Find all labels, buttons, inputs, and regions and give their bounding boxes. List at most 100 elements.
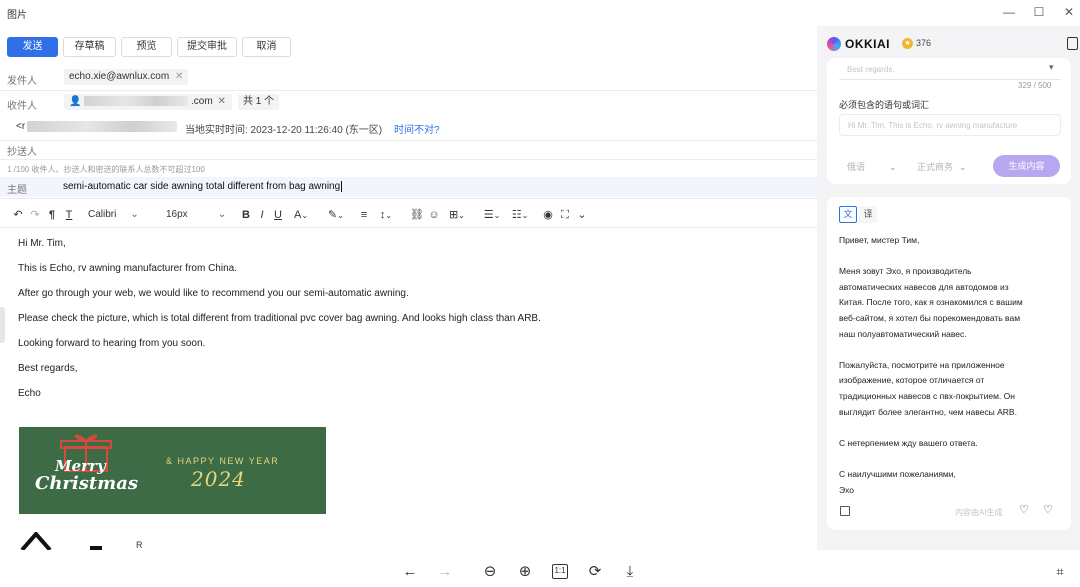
tab-translate[interactable]: 译 [859,206,877,223]
underline-icon[interactable]: U [271,207,285,223]
numbered-list-icon[interactable]: ☷⌄ [508,207,532,223]
result-line: Пожалуйста, посмотрите на приложенное [839,359,1005,370]
dropdown-arrow-icon: ▾ [1049,62,1054,72]
previous-arrow-icon[interactable]: ← [400,562,420,582]
chevron-down-icon: ⌄ [889,162,897,172]
okki-brand: OKKIAI [845,37,890,51]
must-include-input[interactable]: Hi Mr. Tim, This is Echo, rv awning manu… [839,114,1061,136]
font-value: Calibri [88,209,117,220]
cc-label: 抄送人 [7,147,37,158]
font-size-select[interactable]: 16px ⌄ [166,207,226,223]
undo-icon[interactable]: ↶ [11,207,25,223]
font-select[interactable]: Calibri ⌄ [88,207,139,223]
time-wrong-link[interactable]: 时间不对? [394,121,440,136]
thumbs-down-icon[interactable]: ♡ [1019,503,1029,516]
zoom-out-icon[interactable]: ⊖ [480,562,500,582]
emoji-icon[interactable]: ☺ [427,207,441,223]
divider [0,227,817,228]
remove-icon[interactable]: ✕ [175,71,183,82]
chevron-down-icon: ⌄ [130,209,139,220]
generated-text[interactable]: Привет, мистер Тим, Меня зовут Эхо, я пр… [839,233,1067,498]
result-line: традиционных навесов с пвх-покрытием. Он [839,390,1015,401]
divider [0,90,817,91]
thumbs-up-icon[interactable]: ♡ [1043,503,1053,516]
result-line: изображение, которое отличается от [839,375,985,386]
result-line: веб-сайтом, я хотел бы порекомендовать в… [839,312,1021,323]
year-text: 2024 [191,467,246,491]
actual-size-icon[interactable]: 1:1 [552,564,568,579]
remove-icon[interactable]: ✕ [217,96,225,107]
align-icon[interactable]: ≡ [357,207,371,223]
result-line: наш полуавтоматический навес. [839,328,967,339]
font-size-value: 16px [166,209,188,220]
rotate-icon[interactable]: ⟳ [585,562,605,582]
result-line: выглядит более элегантно, чем навесы ARB… [839,406,1017,417]
format-painter-icon[interactable]: ¶ [45,207,59,223]
body-line[interactable]: After go through your web, we would like… [18,288,409,299]
submit-approval-button[interactable]: 提交审批 [177,37,237,57]
italic-icon[interactable]: I [255,207,269,223]
recipient-count[interactable]: 共 1 个 [238,94,280,110]
table-icon[interactable]: ⊞⌄ [444,207,470,223]
body-line[interactable]: This is Echo, rv awning manufacturer fro… [18,263,237,274]
fullscreen-icon[interactable]: ⛶ [558,207,572,223]
generation-settings-card: Best regards, ▾ 329 / 500 必须包含的语句或词汇 Hi … [827,58,1071,184]
eye-icon[interactable]: ◉ [541,207,555,223]
closing-placeholder: Best regards, [847,65,895,74]
subject-label: 主题 [7,185,27,196]
highlight-icon[interactable]: ✎⌄ [323,207,349,223]
christmas-text: Christmas [35,473,139,494]
send-button[interactable]: 发送 [7,37,58,57]
redo-icon[interactable]: ↷ [28,207,42,223]
preview-button[interactable]: 预览 [121,37,172,57]
save-draft-button[interactable]: 存草稿 [63,37,116,57]
panel-toggle-icon[interactable] [1067,37,1078,50]
must-include-label: 必须包含的语句或词汇 [839,100,930,110]
blurred-address [27,121,177,132]
result-line: Китая. После того, как я ознакомился с в… [839,297,1023,308]
download-icon[interactable]: ⤓ [620,562,640,582]
closing-input[interactable]: Best regards, ▾ [839,58,1061,80]
tone-value: 正式商务 [917,162,954,172]
tone-select[interactable]: 正式商务 ⌄ [917,160,967,173]
clear-format-icon[interactable]: T [62,207,76,223]
zoom-in-icon[interactable]: ⊕ [515,562,535,582]
cc-input[interactable] [60,140,810,158]
font-color-icon[interactable]: A⌄ [288,207,314,223]
body-line[interactable]: Looking forward to hearing from you soon… [18,338,205,349]
body-line[interactable]: Hi Mr. Tim, [18,238,66,249]
generate-button[interactable]: 生成内容 [993,155,1060,177]
recipient-limit-note: 1 /100 收件人、抄送人和密送的联系人总数不可超过100 [7,165,205,174]
cancel-button[interactable]: 取消 [242,37,291,57]
chevron-down-icon: ⌄ [959,162,967,172]
result-line: Меня зовут Эхо, я производитель [839,266,972,277]
christmas-banner-image[interactable]: Merry Christmas & HAPPY NEW YEAR 2024 [19,427,326,514]
registered-mark: R [136,540,143,550]
side-handle[interactable] [0,307,5,343]
maximize-icon[interactable]: ☐ [1028,2,1050,22]
ocr-scan-icon[interactable]: ⌗ [1050,562,1070,582]
language-select[interactable]: 俄语 ⌄ [847,160,897,173]
recipient-chip[interactable]: 👤 .com ✕ [64,94,232,110]
result-line [839,420,1067,436]
result-line: Эхо [839,484,854,495]
body-line[interactable]: Best regards, [18,363,77,374]
window-titlebar: 图片 — ☐ ✕ [0,0,1080,26]
line-height-icon[interactable]: ↕⌄ [374,207,398,223]
link-icon[interactable]: ⛓ [410,207,424,223]
from-chip[interactable]: echo.xie@awnlux.com ✕ [64,69,189,85]
next-arrow-icon[interactable]: → [435,562,455,582]
body-line[interactable]: Please check the picture, which is total… [18,313,541,324]
bold-icon[interactable]: B [239,207,253,223]
ai-generated-note: 内容由AI生成 [955,508,1003,517]
body-line[interactable]: Echo [18,388,41,399]
more-chevron-icon[interactable]: ⌄ [575,207,589,223]
tab-original-text[interactable]: 文 [839,206,857,223]
copy-icon[interactable] [840,506,850,516]
subject-input[interactable]: semi-automatic car side awning total dif… [63,181,343,192]
minimize-icon[interactable]: — [998,2,1020,22]
must-include-placeholder: Hi Mr. Tim, This is Echo, rv awning manu… [848,121,1018,130]
okki-ai-panel: OKKIAI ★ 376 Best regards, ▾ 329 / 500 必… [817,26,1080,550]
close-icon[interactable]: ✕ [1058,2,1080,22]
bullet-list-icon[interactable]: ☰⌄ [480,207,504,223]
